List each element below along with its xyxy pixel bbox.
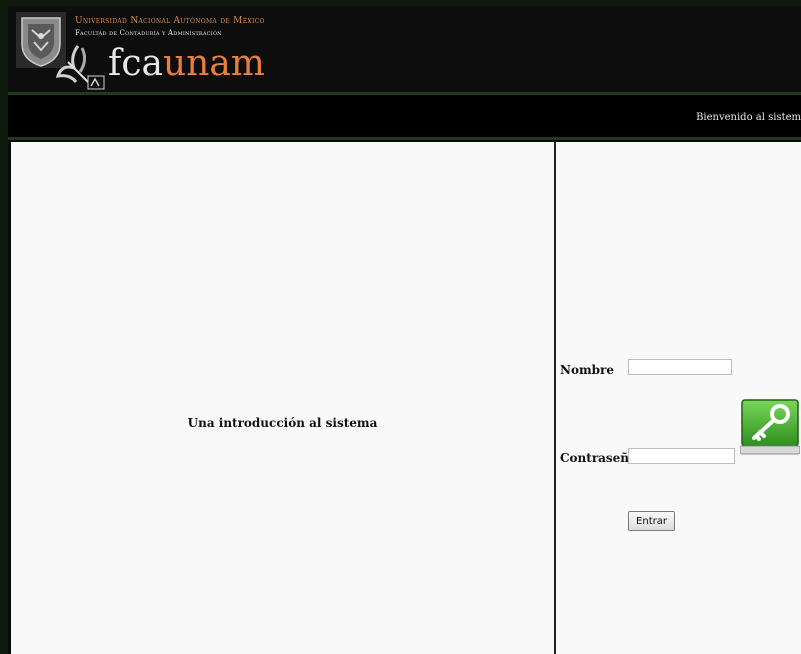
site-header: Universidad Nacional Autónoma de México … [8, 6, 801, 92]
app-frame: Universidad Nacional Autónoma de México … [8, 6, 801, 654]
intro-heading: Una introducción al sistema [187, 416, 378, 430]
main-content: Una introducción al sistema Nombre Contr… [11, 142, 801, 654]
name-input[interactable] [628, 359, 732, 375]
brand-fca: fca [108, 43, 163, 84]
password-input[interactable] [628, 448, 735, 464]
brand-logo-text: fcaunam [108, 44, 265, 84]
nav-divider [8, 137, 801, 140]
intro-panel: Una introducción al sistema [11, 142, 556, 654]
login-panel: Nombre Contraseña Entrar [556, 142, 801, 654]
welcome-text: Bienvenido al sistem [696, 112, 801, 123]
faculty-name: Facultad de Contaduría y Administración [75, 29, 222, 37]
password-label: Contraseña [560, 451, 637, 465]
submit-button[interactable]: Entrar [628, 511, 675, 531]
fca-emblem-icon [55, 45, 105, 90]
brand-unam: unam [162, 43, 265, 84]
university-name: Universidad Nacional Autónoma de México [75, 16, 265, 26]
name-label: Nombre [560, 363, 615, 377]
key-icon [740, 399, 800, 455]
nav-bar: Bienvenido al sistem [8, 95, 801, 137]
